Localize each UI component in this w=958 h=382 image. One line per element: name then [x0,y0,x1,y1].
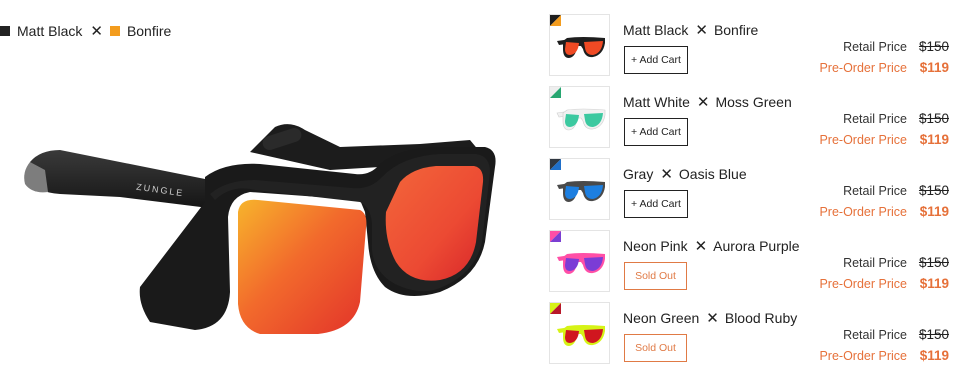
price-block: Retail Price $150 Pre-Order Price $119 [819,255,949,297]
variant-list: Matt Black ✕ Bonfire + Add Cart Retail Pri… [548,12,958,372]
retail-price-label: Retail Price [843,256,907,270]
separator-x: ✕ [695,22,708,39]
retail-price-value: $150 [918,255,949,270]
add-to-cart-button[interactable]: + Add Cart [624,46,688,74]
color-corner-swatch [550,87,561,98]
variant-thumbnail[interactable] [549,86,610,148]
frame-color-swatch [0,26,10,36]
preorder-price-line: Pre-Order Price $119 [819,60,949,81]
price-block: Retail Price $150 Pre-Order Price $119 [819,39,949,81]
sunglasses-icon [557,325,605,346]
variant-title: Neon Pink ✕ Aurora Purple [623,237,800,255]
color-corner-swatch [550,159,561,170]
selected-frame-name: Matt Black [17,23,83,39]
preorder-price-label: Pre-Order Price [819,133,907,147]
color-corner-swatch [550,303,561,314]
preorder-price-line: Pre-Order Price $119 [819,348,949,369]
retail-price-value: $150 [918,39,949,54]
separator-x: ✕ [90,23,103,40]
preorder-price-value: $119 [919,348,949,363]
selected-variant-label: Matt Black ✕ Bonfire [0,22,171,40]
retail-price-value: $150 [918,111,949,126]
sold-out-button[interactable]: Sold Out [624,334,687,362]
retail-price-line: Retail Price $150 [819,255,949,276]
retail-price-line: Retail Price $150 [819,327,949,348]
price-block: Retail Price $150 Pre-Order Price $119 [819,183,949,225]
preorder-price-value: $119 [919,204,949,219]
frame-name: Neon Green [623,310,700,326]
sunglasses-icon [557,181,605,202]
preorder-price-label: Pre-Order Price [819,61,907,75]
preorder-price-label: Pre-Order Price [819,277,907,291]
retail-price-label: Retail Price [843,328,907,342]
lens-name: Blood Ruby [724,310,798,326]
retail-price-label: Retail Price [843,184,907,198]
preorder-price-line: Pre-Order Price $119 [819,132,949,153]
sunglasses-icon [556,108,606,131]
variant-row: Neon Pink ✕ Aurora Purple Sold Out Retail … [548,228,958,300]
retail-price-line: Retail Price $150 [819,111,949,132]
color-corner-swatch [550,15,561,26]
variant-title: Matt Black ✕ Bonfire [623,21,758,39]
retail-price-line: Retail Price $150 [819,183,949,204]
sunglasses-icon [557,37,605,58]
preorder-price-line: Pre-Order Price $119 [819,204,949,225]
product-hero-image: ZUNGLE [24,124,496,334]
lens-color-swatch [109,26,120,36]
preorder-price-line: Pre-Order Price $119 [819,276,949,297]
retail-price-label: Retail Price [843,112,907,126]
separator-x: ✕ [694,238,708,255]
lens-name: Aurora Purple [713,238,800,254]
retail-price-value: $150 [918,327,949,342]
color-corner-swatch [550,231,561,242]
separator-x: ✕ [696,94,710,111]
add-to-cart-button[interactable]: + Add Cart [624,118,688,146]
preorder-price-value: $119 [919,60,949,75]
preorder-price-label: Pre-Order Price [819,349,907,363]
separator-x: ✕ [660,166,673,183]
frame-name: Gray [623,166,654,182]
price-block: Retail Price $150 Pre-Order Price $119 [819,111,949,153]
variant-row: Neon Green ✕ Blood Ruby Sold Out Retail Pr… [548,300,958,372]
frame-name: Matt Black [623,22,689,38]
add-to-cart-button[interactable]: + Add Cart [624,190,688,218]
preorder-price-value: $119 [919,132,949,147]
lens-name: Moss Green [715,94,792,110]
variant-thumbnail[interactable] [549,158,610,220]
frame-name: Neon Pink [623,238,688,254]
frame-name: Matt White [623,94,690,110]
selected-lens-name: Bonfire [126,23,172,39]
variant-row: Matt White ✕ Moss Green + Add Cart Retail … [548,84,958,156]
preorder-price-value: $119 [919,276,949,291]
preorder-price-label: Pre-Order Price [819,205,907,219]
variant-thumbnail[interactable] [549,230,610,292]
sold-out-button[interactable]: Sold Out [624,262,687,290]
variant-title: Neon Green ✕ Blood Ruby [623,309,797,327]
retail-price-line: Retail Price $150 [819,39,949,60]
variant-row: Matt Black ✕ Bonfire + Add Cart Retail Pri… [548,12,958,84]
variant-row: Gray ✕ Oasis Blue + Add Cart Retail Price … [548,156,958,228]
lens-name: Oasis Blue [678,166,747,182]
variant-title: Gray ✕ Oasis Blue [623,165,747,183]
retail-price-label: Retail Price [843,40,907,54]
variant-thumbnail[interactable] [549,302,610,364]
separator-x: ✕ [706,310,719,327]
variant-title: Matt White ✕ Moss Green [623,93,792,111]
sunglasses-icon [557,253,605,274]
price-block: Retail Price $150 Pre-Order Price $119 [819,327,949,369]
retail-price-value: $150 [918,183,949,198]
lens-name: Bonfire [713,22,759,38]
variant-thumbnail[interactable] [549,14,610,76]
